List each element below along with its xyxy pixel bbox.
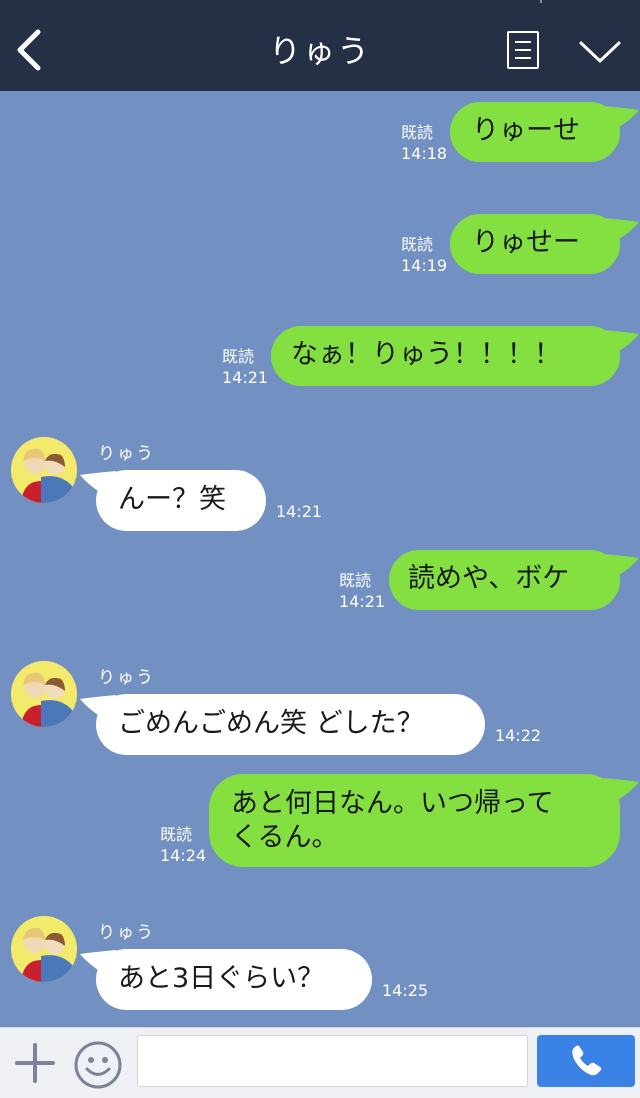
message-text-line: あと何日なん。いつ帰って [231, 788, 554, 819]
read-receipt: 既読 [401, 123, 434, 142]
sender-name: りゅう [98, 923, 155, 943]
phone-icon [572, 1045, 602, 1076]
message-text: あと3日ぐらい？ [118, 963, 325, 994]
sender-name: りゅう [98, 444, 155, 464]
avatar-photo-icon [11, 916, 77, 982]
contact-avatar[interactable] [11, 437, 77, 503]
sender-name: りゅう [98, 668, 155, 688]
call-button[interactable] [537, 1035, 635, 1087]
read-receipt: 既読 [401, 235, 434, 254]
message-bubble[interactable]: んー？笑 [96, 470, 266, 531]
menu-list-icon[interactable] [507, 31, 539, 69]
message-input[interactable] [137, 1035, 528, 1087]
message-time: 14:21 [222, 368, 269, 387]
message-text: 読めや、ボケ [408, 563, 570, 594]
message-time: 14:25 [382, 981, 429, 1000]
read-receipt: 既読 [160, 825, 193, 844]
message-text: んー？笑 [118, 484, 226, 515]
message-time: 14:19 [401, 256, 448, 275]
contact-avatar[interactable] [11, 661, 77, 727]
read-receipt: 既読 [339, 571, 372, 590]
composer-bar [0, 1027, 640, 1098]
message-bubble[interactable]: あと何日なん。いつ帰って くるん。 [209, 774, 620, 867]
message-time: 14:21 [276, 502, 323, 521]
message-bubble[interactable]: 読めや、ボケ [389, 550, 620, 610]
contact-avatar[interactable] [11, 916, 77, 982]
chat-title: りゅう [268, 32, 371, 70]
message-text: ごめんごめん笑 どした？ [118, 708, 424, 739]
message-time: 14:21 [339, 592, 386, 611]
plus-icon[interactable] [14, 1042, 56, 1084]
smiley-icon[interactable] [73, 1040, 123, 1090]
status-mark [540, 0, 542, 3]
message-text: りゅーせ [472, 115, 580, 146]
message-text: りゅせー [472, 227, 580, 258]
message-bubble[interactable]: りゅーせ [450, 102, 620, 162]
message-bubble[interactable]: なぁ！りゅう！！！！ [271, 326, 620, 386]
message-bubble[interactable]: あと3日ぐらい？ [96, 949, 372, 1010]
read-receipt: 既読 [222, 347, 255, 366]
avatar-photo-icon [11, 661, 77, 727]
message-bubble[interactable]: ごめんごめん笑 どした？ [96, 694, 485, 755]
message-time: 14:18 [401, 144, 448, 163]
message-text-line: くるん。 [231, 822, 339, 853]
avatar-photo-icon [11, 437, 77, 503]
chat-header: りゅう [0, 0, 640, 91]
chevron-down-icon[interactable] [578, 38, 622, 66]
message-time: 14:24 [160, 846, 207, 865]
message-text: なぁ！りゅう！！！！ [291, 339, 561, 370]
message-time: 14:22 [495, 726, 542, 745]
message-bubble[interactable]: りゅせー [450, 214, 620, 274]
